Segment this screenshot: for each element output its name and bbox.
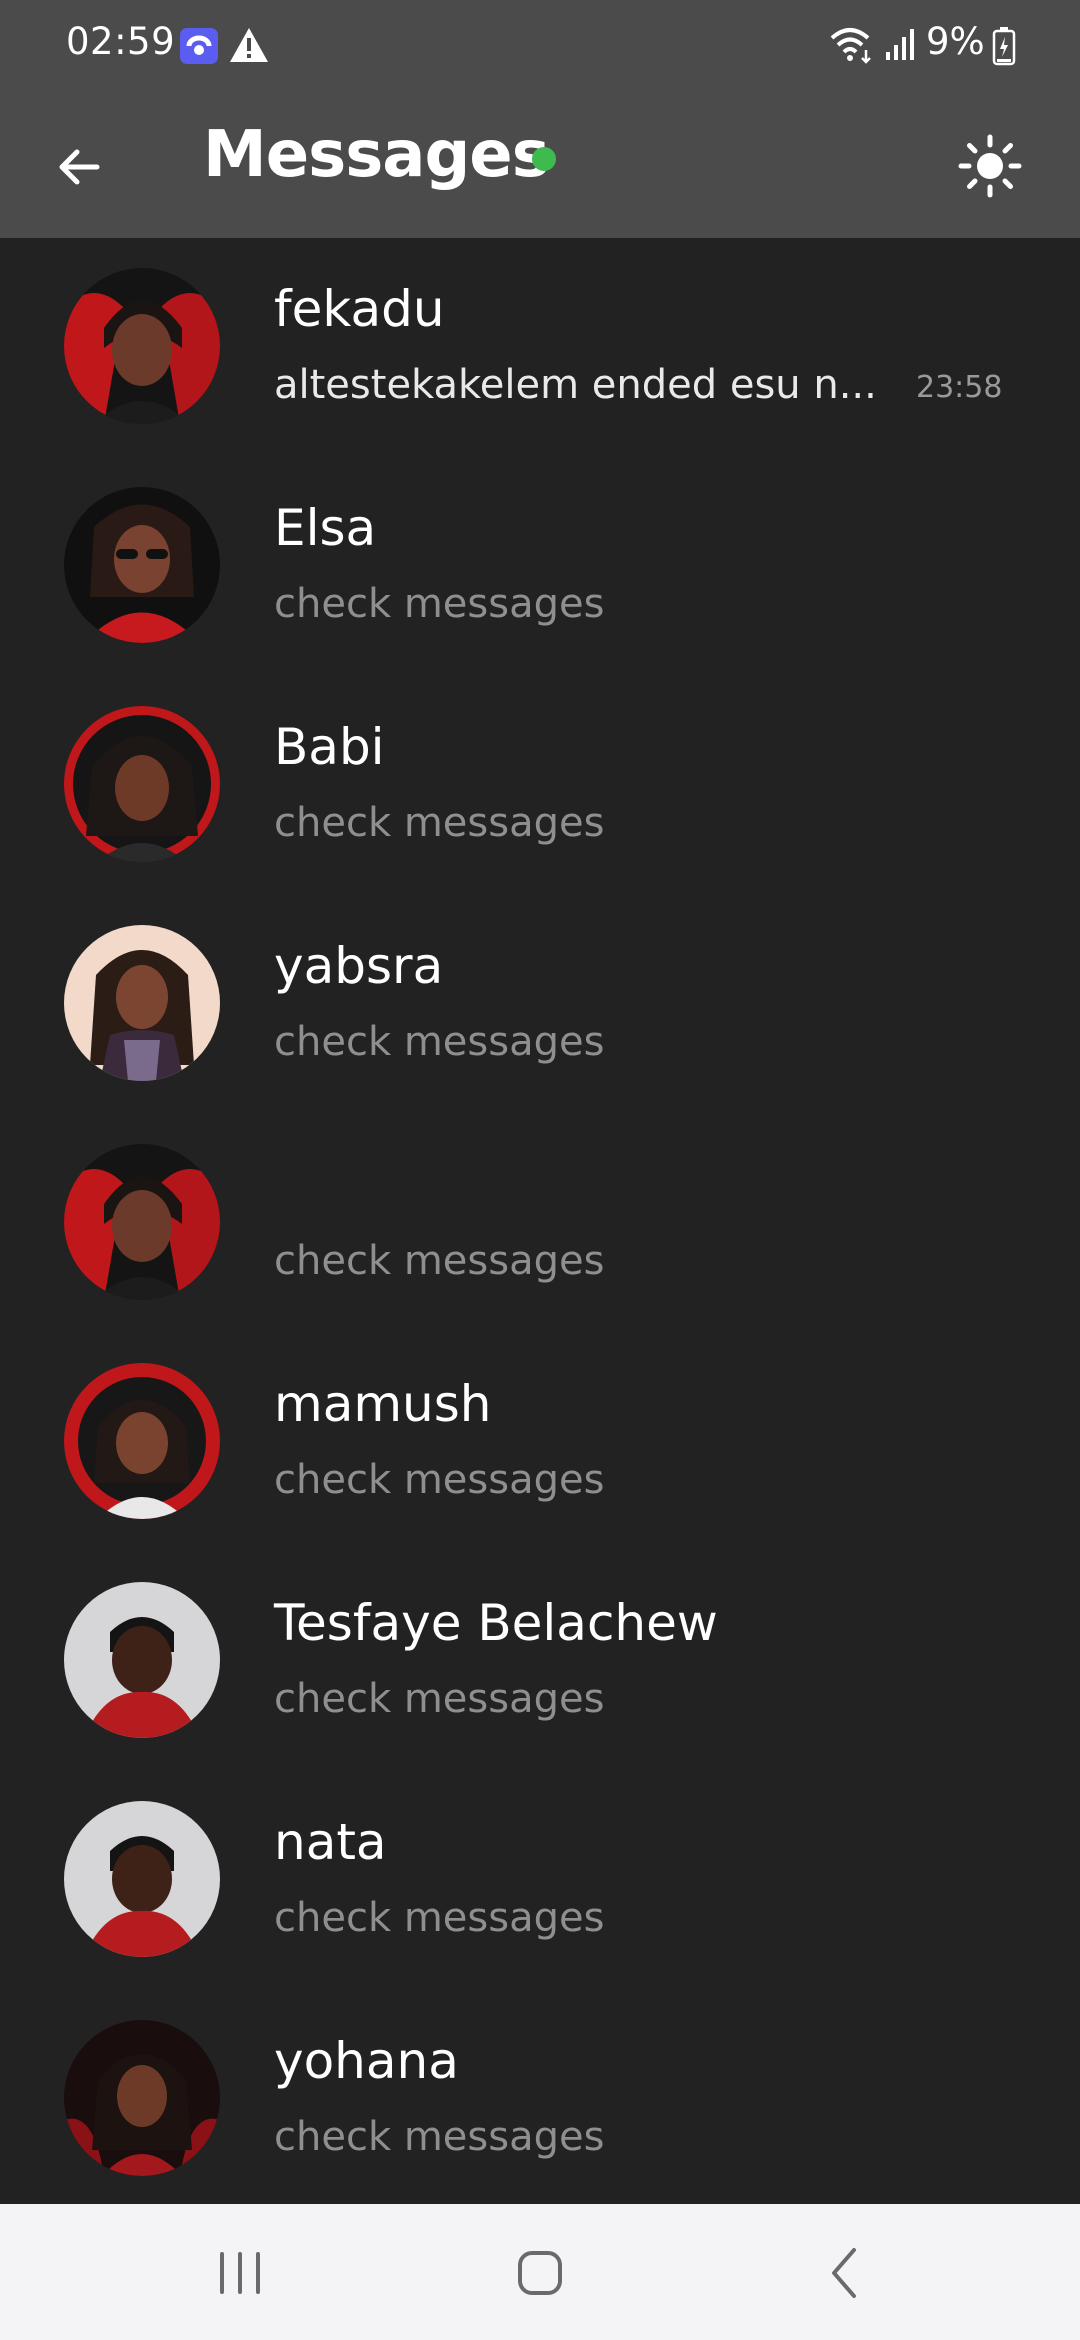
alert-icon — [228, 26, 270, 64]
messages-screen: 02:59 9% Messages fekadu altestekakelem … — [0, 0, 1080, 2340]
avatar — [64, 268, 220, 424]
avatar — [64, 1801, 220, 1957]
chat-item-fekadu[interactable]: fekadu altestekakelem ended esu n... 23:… — [0, 238, 1080, 457]
chat-name: yabsra — [274, 937, 444, 995]
page-title: Messages — [203, 118, 550, 192]
chat-name: Babi — [274, 718, 385, 776]
status-time: 02:59 — [66, 20, 176, 63]
chat-preview: check messages — [274, 1238, 605, 1284]
battery-level: 9% — [926, 20, 985, 63]
system-back-button[interactable] — [806, 2238, 886, 2308]
status-bar: 02:59 9% — [0, 0, 1080, 88]
chat-preview: check messages — [274, 1676, 605, 1722]
chat-name: nata — [274, 1813, 387, 1871]
chat-name: Elsa — [274, 499, 377, 557]
chat-list[interactable]: fekadu altestekakelem ended esu n... 23:… — [0, 238, 1080, 2204]
chat-name: fekadu — [274, 280, 445, 338]
theme-toggle-button[interactable] — [946, 122, 1034, 210]
chat-preview: check messages — [274, 800, 605, 846]
avatar — [64, 1144, 220, 1300]
chat-item-tesfaye-belachew[interactable]: Tesfaye Belachew check messages — [0, 1552, 1080, 1771]
avatar — [64, 2020, 220, 2176]
chat-name: yohana — [274, 2032, 459, 2090]
arrow-left-icon — [59, 149, 100, 185]
recent-apps-button[interactable] — [200, 2238, 280, 2308]
chat-preview: check messages — [274, 581, 605, 627]
back-button[interactable] — [40, 128, 118, 206]
sun-icon — [958, 134, 1022, 198]
chat-preview: check messages — [274, 1457, 605, 1503]
chat-preview: check messages — [274, 1019, 605, 1065]
chat-name: mamush — [274, 1375, 492, 1433]
back-icon — [832, 2248, 856, 2298]
chat-timestamp: 23:58 — [916, 370, 1003, 405]
app-notification-icon — [180, 26, 220, 66]
chat-preview: check messages — [274, 1895, 605, 1941]
avatar — [64, 706, 220, 862]
chat-item-elsa[interactable]: Elsa check messages — [0, 457, 1080, 676]
home-icon — [518, 2251, 562, 2295]
chat-item-mamush[interactable]: mamush check messages — [0, 1333, 1080, 1552]
chat-item-babi[interactable]: Babi check messages — [0, 676, 1080, 895]
wifi-icon — [828, 24, 876, 64]
avatar — [64, 925, 220, 1081]
battery-icon — [992, 26, 1016, 66]
chat-name: Tesfaye Belachew — [274, 1594, 718, 1652]
avatar — [64, 1363, 220, 1519]
chat-preview: check messages — [274, 2114, 605, 2160]
app-bar: Messages — [0, 88, 1080, 238]
avatar — [64, 487, 220, 643]
recent-apps-icon — [220, 2252, 260, 2294]
online-status-dot — [532, 147, 556, 171]
signal-icon — [884, 26, 916, 62]
chat-item-yabsra[interactable]: yabsra check messages — [0, 895, 1080, 1114]
chat-item-unnamed[interactable]: check messages — [0, 1114, 1080, 1333]
chat-preview: altestekakelem ended esu n... — [274, 362, 877, 408]
chat-item-nata[interactable]: nata check messages — [0, 1771, 1080, 1990]
avatar — [64, 1582, 220, 1738]
system-nav-bar — [0, 2204, 1080, 2340]
home-button[interactable] — [500, 2238, 580, 2308]
chat-item-yohana[interactable]: yohana check messages — [0, 1990, 1080, 2204]
